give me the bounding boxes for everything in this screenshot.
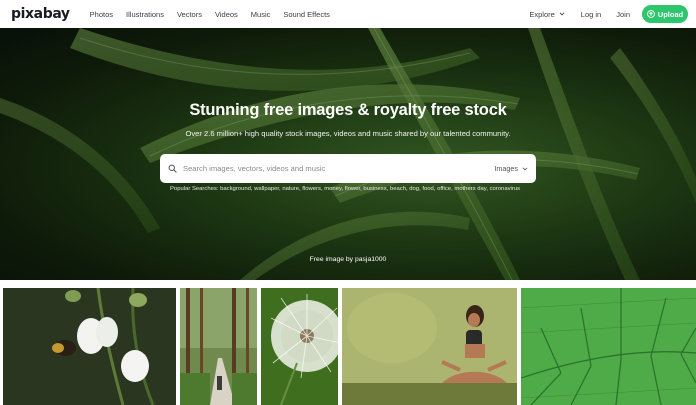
gallery-image-forest-path[interactable] [180, 288, 257, 405]
upload-icon [646, 10, 655, 18]
popular-searches: Popular Searches: background, wallpaper,… [170, 186, 570, 192]
nav-link-music[interactable]: Music [251, 10, 271, 19]
hero-subtitle: Over 2.6 million+ high quality stock ima… [185, 129, 511, 138]
chevron-down-icon [559, 12, 565, 16]
join-link[interactable]: Join [616, 10, 630, 19]
nav-link-vectors[interactable]: Vectors [177, 10, 202, 19]
gallery-image-dandelion[interactable] [261, 288, 338, 405]
popular-searches-label: Popular Searches: [170, 186, 219, 192]
gallery-image-woman-meditating[interactable] [342, 288, 517, 405]
upload-label: Upload [657, 9, 684, 19]
explore-label: Explore [529, 9, 555, 19]
search-bar: Images [160, 154, 536, 183]
nav-links: Photos Illustrations Vectors Videos Musi… [90, 10, 530, 19]
search-type-select[interactable]: Images [494, 164, 528, 173]
hero-title: Stunning free images & royalty free stoc… [189, 101, 507, 119]
gallery-image-bee-flowers[interactable] [3, 288, 176, 405]
search-input[interactable] [183, 164, 495, 173]
nav-actions: Explore Log in Join Upload [529, 5, 688, 23]
login-link[interactable]: Log in [581, 10, 601, 19]
search-type-label: Images [494, 164, 518, 173]
search-icon[interactable] [168, 164, 177, 173]
nav-link-videos[interactable]: Videos [215, 10, 238, 19]
top-navbar: pixabay Photos Illustrations Vectors Vid… [0, 0, 696, 28]
image-credit[interactable]: Free image by pasja1000 [0, 256, 696, 263]
image-gallery [0, 285, 696, 405]
upload-button[interactable]: Upload [642, 5, 688, 23]
pixabay-logo[interactable]: pixabay [11, 7, 70, 21]
nav-link-illustrations[interactable]: Illustrations [126, 10, 164, 19]
gallery-image-green-leaf[interactable] [521, 288, 696, 405]
nav-link-sound-effects[interactable]: Sound Effects [283, 10, 330, 19]
popular-searches-terms[interactable]: background, wallpaper, nature, flowers, … [220, 186, 520, 192]
hero-banner: Stunning free images & royalty free stoc… [0, 28, 696, 280]
explore-menu[interactable]: Explore [529, 9, 565, 19]
nav-link-photos[interactable]: Photos [90, 10, 113, 19]
chevron-down-icon [522, 167, 528, 170]
